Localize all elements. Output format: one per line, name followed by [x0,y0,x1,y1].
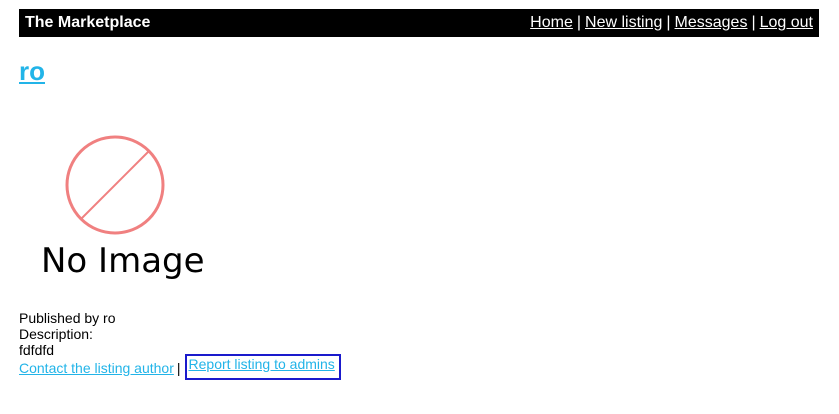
no-image-caption: No Image [41,241,205,281]
contact-author-link[interactable]: Contact the listing author [19,360,174,376]
nav-separator: | [666,14,671,31]
report-listing-link[interactable]: Report listing to admins [189,356,335,372]
nav-links: Home | New listing | Messages | Log out [530,14,813,32]
report-link-focus-box: Report listing to admins [184,354,341,380]
nav-separator: | [751,14,756,31]
nav-separator: | [576,14,582,31]
listing-meta: Published by ro Description: fdfdfd [19,310,116,358]
listing-actions: Contact the listing author | Report listin… [19,354,341,384]
listing-title-link[interactable]: ro [19,56,45,86]
site-brand: The Marketplace [25,14,151,31]
nav-home-link[interactable]: Home [530,14,573,31]
top-navbar: The Marketplace Home | New listing | Message… [19,9,819,37]
listing-image-placeholder: No Image [19,120,214,295]
nav-logout-link[interactable]: Log out [760,14,813,31]
nav-messages-link[interactable]: Messages [675,14,748,31]
actions-separator: | [176,360,181,376]
published-by-text: Published by ro [19,310,116,326]
description-text: fdfdfd [19,342,55,358]
listing-title: ro [19,56,45,87]
description-label: Description: [19,326,93,342]
nav-new-listing-link[interactable]: New listing [585,14,662,31]
